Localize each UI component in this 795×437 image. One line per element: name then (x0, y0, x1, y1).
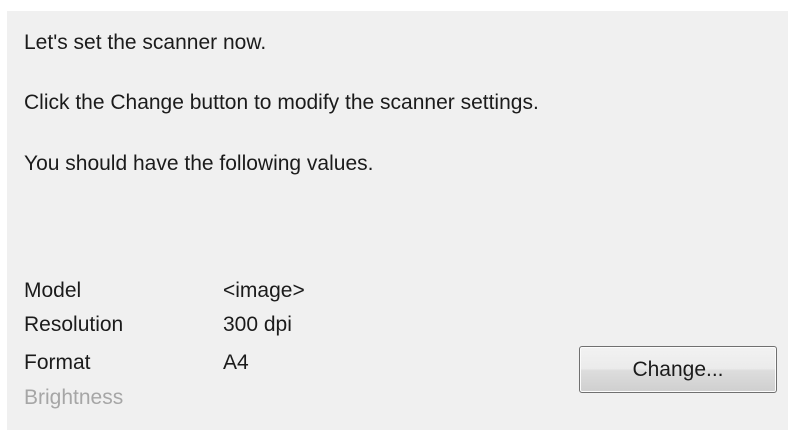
format-value: A4 (223, 351, 249, 374)
change-button[interactable]: Change... (579, 346, 777, 393)
instruction-set-scanner: Let's set the scanner now. (24, 31, 267, 54)
scanner-settings-panel: Let's set the scanner now. Click the Cha… (7, 11, 788, 430)
model-label: Model (24, 279, 82, 302)
resolution-label: Resolution (24, 313, 124, 336)
instruction-click-change: Click the Change button to modify the sc… (24, 91, 539, 114)
brightness-label: Brightness (24, 386, 124, 409)
resolution-value: 300 dpi (223, 313, 292, 336)
format-label: Format (24, 351, 91, 374)
model-value: <image> (223, 279, 305, 302)
instruction-expected-values: You should have the following values. (24, 152, 374, 175)
